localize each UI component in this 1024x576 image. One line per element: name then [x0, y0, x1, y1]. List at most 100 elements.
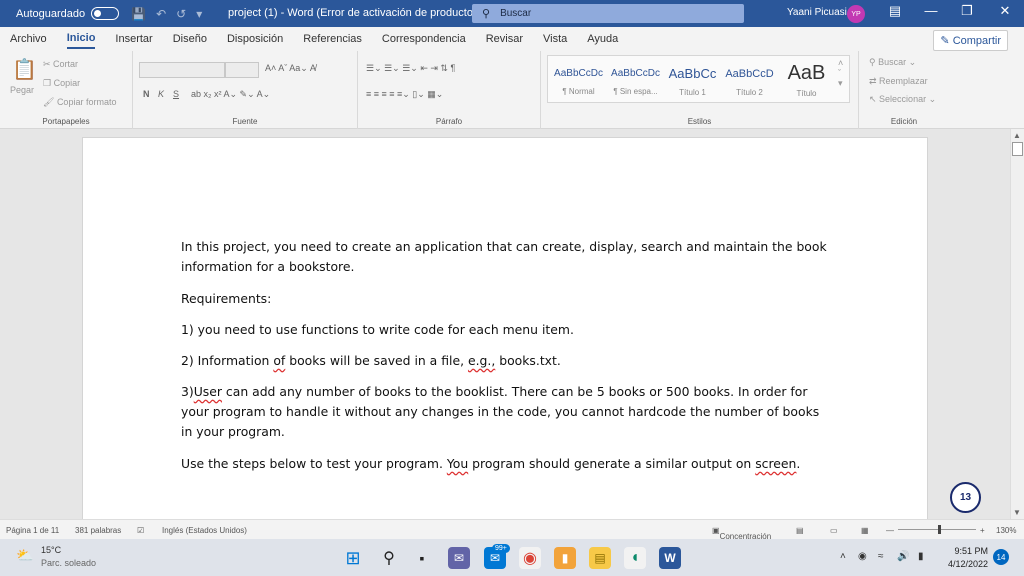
floating-count-badge[interactable]: 13 — [950, 482, 981, 513]
clock[interactable]: 9:51 PM 4/12/2022 — [942, 545, 988, 571]
user-name[interactable]: Yaani Picuasi — [787, 7, 847, 18]
scroll-down-icon[interactable]: ▼ — [1013, 508, 1021, 517]
list-icons[interactable]: ☰⌄ ☰⌄ ☰⌄ ⇤ ⇥ ⇅ ¶ — [366, 63, 455, 74]
underline-button[interactable]: S — [173, 89, 179, 99]
cut-button[interactable]: ✂ Cortar — [43, 59, 78, 70]
tab-archivo[interactable]: Archivo — [10, 30, 47, 48]
store-icon[interactable]: ▮ — [554, 547, 576, 569]
select-button[interactable]: ↖ Seleccionar ⌄ — [869, 94, 936, 105]
paragraph-steps[interactable]: Use the steps below to test your program… — [181, 454, 831, 474]
tab-vista[interactable]: Vista — [543, 30, 567, 48]
format-painter-button[interactable]: 🖌 Copiar formato — [43, 97, 116, 108]
undo-icon[interactable]: ↶ — [156, 7, 166, 21]
task-view-icon[interactable]: ▪ — [411, 547, 433, 569]
paragraph-requirements[interactable]: Requirements: — [181, 289, 831, 309]
paragraph-req-2[interactable]: 2) Information of books will be saved in… — [181, 351, 831, 371]
paste-button[interactable]: Pegar — [10, 85, 34, 95]
replace-button[interactable]: ⇄ Reemplazar — [869, 76, 928, 87]
zoom-in-icon[interactable]: + — [980, 526, 985, 535]
tab-ayuda[interactable]: Ayuda — [587, 30, 618, 48]
styles-gallery: AaBbCcDc ¶ Normal AaBbCcDc ¶ Sin espa... A… — [547, 55, 850, 103]
tab-inicio[interactable]: Inicio — [66, 29, 96, 49]
paste-icon[interactable]: 📋 — [12, 57, 37, 82]
volume-icon[interactable]: 🔊 — [897, 551, 909, 562]
style-name: Título 2 — [736, 88, 763, 97]
cut-label: Cortar — [53, 59, 79, 69]
zoom-level[interactable]: 130% — [996, 526, 1016, 535]
style-title[interactable]: AaB Título — [779, 60, 834, 106]
tab-correspondencia[interactable]: Correspondencia — [382, 30, 466, 48]
style-heading-2[interactable]: AaBbCcD Título 2 — [722, 60, 777, 106]
language-status[interactable]: Inglés (Estados Unidos) — [162, 526, 247, 535]
style-name: Título — [796, 89, 817, 98]
vertical-scrollbar[interactable]: ▲ ▼ — [1010, 129, 1024, 519]
paragraph-req-3[interactable]: 3)User can add any number of books to th… — [181, 382, 831, 442]
grow-font-icon[interactable]: A˄ Aˇ Aa⌄ A̸ — [265, 63, 316, 74]
tab-diseno[interactable]: Diseño — [173, 30, 207, 48]
page-count[interactable]: Página 1 de 11 — [6, 526, 59, 535]
ribbon-display-icon[interactable]: ▤ — [880, 3, 910, 19]
styles-scroll-icon[interactable]: ˄ ˇ ▾ — [838, 58, 843, 89]
show-hidden-icons-icon[interactable]: ˄ — [840, 551, 846, 562]
ribbon-tabs: Archivo Inicio Insertar Diseño Disposici… — [0, 27, 1024, 51]
tab-referencias[interactable]: Referencias — [303, 30, 362, 48]
customize-qat-icon[interactable]: ▾ — [196, 7, 202, 21]
edge-icon[interactable]: ◖ — [624, 547, 646, 569]
wifi-icon[interactable]: ≈ — [878, 551, 884, 562]
text-run: books.txt. — [495, 353, 561, 368]
scroll-thumb[interactable] — [1012, 142, 1023, 156]
battery-icon[interactable]: ▮ — [918, 551, 924, 562]
web-layout-icon[interactable]: ▦ — [861, 526, 869, 535]
chrome-icon[interactable]: ◉ — [519, 547, 541, 569]
zoom-out-icon[interactable]: — — [886, 526, 894, 535]
paragraph-intro[interactable]: In this project, you need to create an a… — [181, 237, 831, 277]
paragraph-req-1[interactable]: 1) you need to use functions to write co… — [181, 320, 831, 340]
document-page[interactable]: In this project, you need to create an a… — [82, 137, 928, 519]
italic-button[interactable]: K — [158, 89, 164, 99]
file-explorer-icon[interactable]: ▤ — [589, 547, 611, 569]
print-layout-icon[interactable]: ▭ — [830, 526, 838, 535]
search-box[interactable]: ⚲ Buscar — [472, 4, 744, 23]
style-heading-1[interactable]: AaBbCc Título 1 — [665, 60, 720, 106]
text-run: . — [796, 456, 801, 471]
copy-label: Copiar — [53, 78, 81, 88]
word-count[interactable]: 381 palabras — [75, 526, 121, 535]
close-icon[interactable]: ✕ — [990, 3, 1020, 19]
notification-badge[interactable]: 14 — [993, 549, 1009, 565]
font-name-combo[interactable] — [139, 62, 225, 78]
tab-revisar[interactable]: Revisar — [486, 30, 523, 48]
minimize-icon[interactable]: — — [916, 3, 946, 18]
align-icons[interactable]: ≡ ≡ ≡ ≡ ≡⌄ ▯⌄ ▦⌄ — [366, 89, 443, 100]
spelling-error: You — [446, 456, 469, 471]
read-mode-icon[interactable]: ▤ — [796, 526, 804, 535]
autosave-toggle[interactable] — [91, 7, 120, 20]
antivirus-icon[interactable]: ◉ — [858, 551, 867, 562]
find-button[interactable]: ⚲ Buscar ⌄ — [869, 57, 916, 68]
bold-button[interactable]: N — [143, 89, 150, 99]
spelling-error: screen — [755, 456, 797, 471]
avatar[interactable]: YP — [847, 5, 865, 23]
scroll-up-icon[interactable]: ▲ — [1013, 131, 1021, 140]
search-placeholder: Buscar — [500, 8, 532, 19]
search-taskbar-icon[interactable]: ⚲ — [378, 547, 400, 569]
style-no-spacing[interactable]: AaBbCcDc ¶ Sin espa... — [608, 60, 663, 106]
style-normal[interactable]: AaBbCcDc ¶ Normal — [551, 60, 606, 106]
redo-icon[interactable]: ↺ — [176, 7, 186, 21]
proofing-icon[interactable]: ☑ — [137, 526, 144, 535]
start-icon[interactable]: ⊞ — [342, 547, 364, 569]
zoom-slider-thumb[interactable] — [938, 525, 941, 534]
text-run: books will be saved in a file, — [285, 353, 468, 368]
restore-icon[interactable]: ❐ — [952, 3, 982, 19]
teams-chat-icon[interactable]: ✉ — [448, 547, 470, 569]
zoom-slider[interactable] — [898, 529, 976, 530]
copy-button[interactable]: ❐ Copiar — [43, 78, 80, 89]
tab-insertar[interactable]: Insertar — [115, 30, 152, 48]
font-effects-icons[interactable]: ab x₂ x² A⌄ ✎⌄ A⌄ — [191, 89, 270, 100]
word-icon[interactable]: W — [659, 547, 681, 569]
spelling-error: e.g., — [467, 353, 496, 368]
font-size-combo[interactable] — [225, 62, 259, 78]
share-button[interactable]: ✎ Compartir — [933, 30, 1008, 51]
focus-button[interactable]: ▣ Concentración — [712, 526, 771, 541]
tab-disposicion[interactable]: Disposición — [227, 30, 283, 48]
save-icon[interactable]: 💾 — [131, 7, 146, 21]
